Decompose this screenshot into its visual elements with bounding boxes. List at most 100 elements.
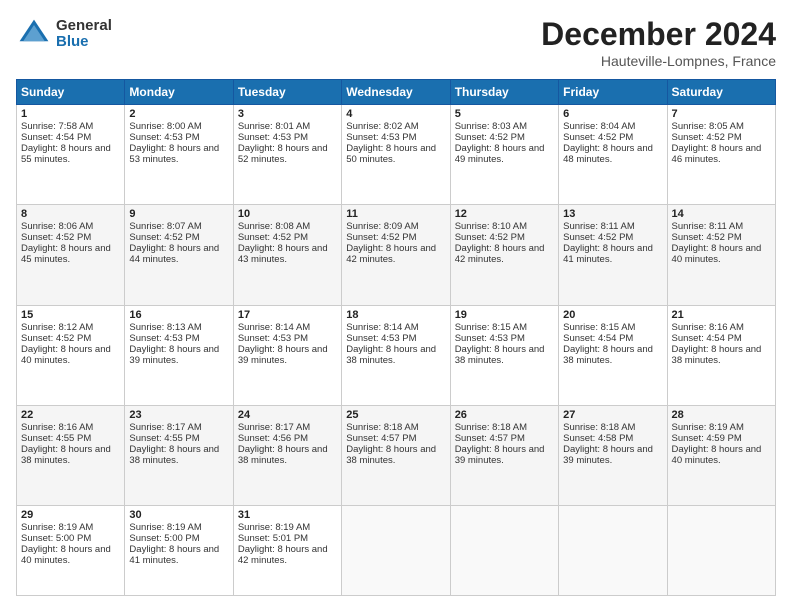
- daylight-text: Daylight: 8 hours and 46 minutes.: [672, 143, 762, 165]
- sunrise-text: Sunrise: 8:16 AM: [21, 422, 93, 433]
- sunset-text: Sunset: 4:54 PM: [563, 333, 633, 344]
- sunset-text: Sunset: 4:53 PM: [238, 132, 308, 143]
- header-thursday: Thursday: [450, 80, 558, 105]
- sunset-text: Sunset: 4:58 PM: [563, 433, 633, 444]
- sunset-text: Sunset: 4:57 PM: [346, 433, 416, 444]
- day-number: 27: [563, 409, 662, 421]
- daylight-text: Daylight: 8 hours and 38 minutes.: [238, 444, 328, 466]
- logo-general: General: [56, 18, 112, 35]
- sunset-text: Sunset: 4:52 PM: [672, 232, 742, 243]
- sunset-text: Sunset: 4:52 PM: [129, 232, 199, 243]
- sunset-text: Sunset: 4:59 PM: [672, 433, 742, 444]
- table-row: 25Sunrise: 8:18 AMSunset: 4:57 PMDayligh…: [342, 405, 450, 505]
- daylight-text: Daylight: 8 hours and 45 minutes.: [21, 243, 111, 265]
- daylight-text: Daylight: 8 hours and 42 minutes.: [238, 544, 328, 566]
- table-row: 14Sunrise: 8:11 AMSunset: 4:52 PMDayligh…: [667, 205, 775, 305]
- sunrise-text: Sunrise: 8:13 AM: [129, 322, 201, 333]
- day-number: 16: [129, 309, 228, 321]
- day-number: 22: [21, 409, 120, 421]
- sunrise-text: Sunrise: 8:01 AM: [238, 121, 310, 132]
- daylight-text: Daylight: 8 hours and 52 minutes.: [238, 143, 328, 165]
- sunrise-text: Sunrise: 8:04 AM: [563, 121, 635, 132]
- table-row: 29Sunrise: 8:19 AMSunset: 5:00 PMDayligh…: [17, 506, 125, 596]
- table-row: 1Sunrise: 7:58 AMSunset: 4:54 PMDaylight…: [17, 105, 125, 205]
- sunrise-text: Sunrise: 8:11 AM: [672, 221, 744, 232]
- day-number: 19: [455, 309, 554, 321]
- table-row: 12Sunrise: 8:10 AMSunset: 4:52 PMDayligh…: [450, 205, 558, 305]
- month-title: December 2024: [541, 16, 776, 53]
- sunset-text: Sunset: 4:54 PM: [21, 132, 91, 143]
- day-number: 28: [672, 409, 771, 421]
- sunset-text: Sunset: 4:52 PM: [238, 232, 308, 243]
- header-wednesday: Wednesday: [342, 80, 450, 105]
- daylight-text: Daylight: 8 hours and 38 minutes.: [346, 444, 436, 466]
- day-number: 6: [563, 108, 662, 120]
- table-row: 26Sunrise: 8:18 AMSunset: 4:57 PMDayligh…: [450, 405, 558, 505]
- day-number: 10: [238, 208, 337, 220]
- table-row: 3Sunrise: 8:01 AMSunset: 4:53 PMDaylight…: [233, 105, 341, 205]
- daylight-text: Daylight: 8 hours and 38 minutes.: [455, 344, 545, 366]
- title-block: December 2024 Hauteville-Lompnes, France: [541, 16, 776, 69]
- daylight-text: Daylight: 8 hours and 42 minutes.: [455, 243, 545, 265]
- sunrise-text: Sunrise: 8:14 AM: [346, 322, 418, 333]
- sunset-text: Sunset: 5:00 PM: [129, 533, 199, 544]
- table-row: 20Sunrise: 8:15 AMSunset: 4:54 PMDayligh…: [559, 305, 667, 405]
- sunrise-text: Sunrise: 8:03 AM: [455, 121, 527, 132]
- sunset-text: Sunset: 4:52 PM: [563, 232, 633, 243]
- logo-text: General Blue: [56, 18, 112, 51]
- sunrise-text: Sunrise: 8:00 AM: [129, 121, 201, 132]
- sunset-text: Sunset: 4:52 PM: [563, 132, 633, 143]
- sunrise-text: Sunrise: 8:07 AM: [129, 221, 201, 232]
- sunset-text: Sunset: 5:00 PM: [21, 533, 91, 544]
- sunset-text: Sunset: 4:52 PM: [346, 232, 416, 243]
- daylight-text: Daylight: 8 hours and 39 minutes.: [563, 444, 653, 466]
- table-row: 13Sunrise: 8:11 AMSunset: 4:52 PMDayligh…: [559, 205, 667, 305]
- table-row: 9Sunrise: 8:07 AMSunset: 4:52 PMDaylight…: [125, 205, 233, 305]
- table-row: [667, 506, 775, 596]
- sunrise-text: Sunrise: 8:16 AM: [672, 322, 744, 333]
- sunset-text: Sunset: 4:53 PM: [346, 333, 416, 344]
- table-row: 16Sunrise: 8:13 AMSunset: 4:53 PMDayligh…: [125, 305, 233, 405]
- daylight-text: Daylight: 8 hours and 48 minutes.: [563, 143, 653, 165]
- sunrise-text: Sunrise: 8:19 AM: [672, 422, 744, 433]
- table-row: 15Sunrise: 8:12 AMSunset: 4:52 PMDayligh…: [17, 305, 125, 405]
- sunrise-text: Sunrise: 7:58 AM: [21, 121, 93, 132]
- table-row: 11Sunrise: 8:09 AMSunset: 4:52 PMDayligh…: [342, 205, 450, 305]
- daylight-text: Daylight: 8 hours and 38 minutes.: [672, 344, 762, 366]
- table-row: 6Sunrise: 8:04 AMSunset: 4:52 PMDaylight…: [559, 105, 667, 205]
- table-row: 30Sunrise: 8:19 AMSunset: 5:00 PMDayligh…: [125, 506, 233, 596]
- day-number: 24: [238, 409, 337, 421]
- sunrise-text: Sunrise: 8:15 AM: [563, 322, 635, 333]
- sunset-text: Sunset: 4:57 PM: [455, 433, 525, 444]
- daylight-text: Daylight: 8 hours and 38 minutes.: [21, 444, 111, 466]
- location-title: Hauteville-Lompnes, France: [541, 53, 776, 69]
- logo-icon: [16, 16, 52, 52]
- sunrise-text: Sunrise: 8:12 AM: [21, 322, 93, 333]
- day-number: 7: [672, 108, 771, 120]
- daylight-text: Daylight: 8 hours and 39 minutes.: [455, 444, 545, 466]
- day-number: 14: [672, 208, 771, 220]
- daylight-text: Daylight: 8 hours and 49 minutes.: [455, 143, 545, 165]
- table-row: 27Sunrise: 8:18 AMSunset: 4:58 PMDayligh…: [559, 405, 667, 505]
- day-number: 23: [129, 409, 228, 421]
- day-number: 26: [455, 409, 554, 421]
- sunset-text: Sunset: 4:53 PM: [238, 333, 308, 344]
- table-row: 17Sunrise: 8:14 AMSunset: 4:53 PMDayligh…: [233, 305, 341, 405]
- calendar-header-row: Sunday Monday Tuesday Wednesday Thursday…: [17, 80, 776, 105]
- sunrise-text: Sunrise: 8:17 AM: [129, 422, 201, 433]
- day-number: 5: [455, 108, 554, 120]
- daylight-text: Daylight: 8 hours and 53 minutes.: [129, 143, 219, 165]
- sunrise-text: Sunrise: 8:11 AM: [563, 221, 635, 232]
- header-friday: Friday: [559, 80, 667, 105]
- sunrise-text: Sunrise: 8:08 AM: [238, 221, 310, 232]
- daylight-text: Daylight: 8 hours and 39 minutes.: [129, 344, 219, 366]
- day-number: 4: [346, 108, 445, 120]
- daylight-text: Daylight: 8 hours and 38 minutes.: [346, 344, 436, 366]
- daylight-text: Daylight: 8 hours and 40 minutes.: [21, 344, 111, 366]
- day-number: 2: [129, 108, 228, 120]
- daylight-text: Daylight: 8 hours and 43 minutes.: [238, 243, 328, 265]
- table-row: 24Sunrise: 8:17 AMSunset: 4:56 PMDayligh…: [233, 405, 341, 505]
- sunrise-text: Sunrise: 8:10 AM: [455, 221, 527, 232]
- table-row: 19Sunrise: 8:15 AMSunset: 4:53 PMDayligh…: [450, 305, 558, 405]
- daylight-text: Daylight: 8 hours and 39 minutes.: [238, 344, 328, 366]
